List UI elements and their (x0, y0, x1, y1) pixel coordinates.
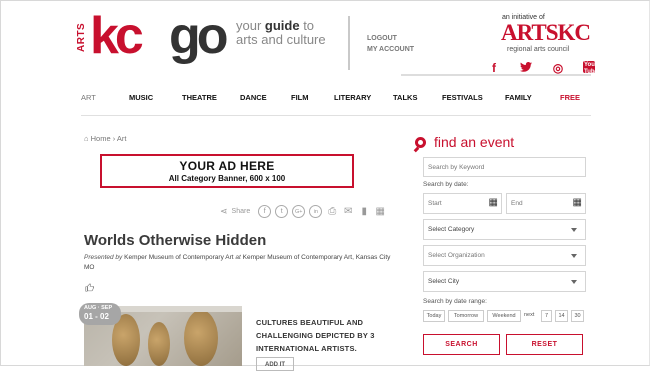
logout-link[interactable]: LOGOUT (367, 33, 414, 44)
presented-by-label: Presented by (84, 254, 123, 261)
breadcrumb-separator: › (112, 134, 116, 143)
linkedin-icon[interactable]: in (309, 205, 323, 218)
organization-value: Select Organization (428, 252, 485, 259)
start-placeholder: Start (428, 200, 442, 207)
twitter-icon[interactable]: t (275, 205, 289, 218)
social-links: f ◎ You Tube (487, 61, 598, 75)
nav-item-theatre[interactable]: THEATRE (182, 93, 240, 102)
calendar-icon[interactable]: ▦ (573, 197, 582, 208)
share-bar: ⋖ Share f t G+ in ⎙ ✉ ▮ ▦ (220, 205, 386, 218)
find-event-header: find an event (415, 134, 514, 150)
event-presenter: Presented by Kemper Museum of Contempora… (84, 253, 402, 273)
chevron-down-icon (571, 227, 577, 232)
my-account-link[interactable]: MY ACCOUNT (367, 44, 414, 55)
page: ARTS kc go your guide to arts and cultur… (53, 0, 598, 371)
logo-arts-text: ARTS (76, 22, 87, 52)
find-event-title: find an event (434, 134, 515, 150)
breadcrumb-home[interactable]: ⌂ Home (84, 134, 111, 143)
search-button[interactable]: SEARCH (423, 334, 500, 355)
nav-item-free[interactable]: FREE (560, 93, 590, 102)
account-links: LOGOUT MY ACCOUNT (367, 33, 414, 55)
city-select[interactable]: Select City (423, 271, 586, 292)
email-icon[interactable]: ✉ (342, 206, 354, 217)
range-today-button[interactable]: Today (423, 310, 445, 322)
instagram-icon[interactable]: ◎ (551, 61, 565, 75)
chevron-down-icon (571, 253, 577, 258)
next-label: next (524, 312, 535, 318)
ad-title: YOUR AD HERE (179, 159, 275, 173)
next-7-button[interactable]: 7 (541, 310, 552, 322)
tagline: your guide to arts and culture (236, 19, 326, 47)
ad-banner[interactable]: YOUR AD HERE All Category Banner, 600 x … (100, 154, 354, 188)
date-badge: AUG · SEP 01 - 02 (79, 303, 121, 325)
share-label: Share (231, 208, 251, 215)
share-icon: ⋖ (220, 206, 228, 216)
breadcrumb-current: Art (116, 134, 127, 143)
event-title: Worlds Otherwise Hidden (84, 232, 267, 249)
start-date-input[interactable]: Start ▦ (423, 193, 502, 214)
range-weekend-button[interactable]: Weekend (487, 310, 521, 322)
end-date-input[interactable]: End ▦ (506, 193, 586, 214)
at-label: at (235, 254, 241, 261)
youtube-icon[interactable]: You Tube (583, 61, 598, 75)
presenter-link[interactable]: Kemper Museum of Contemporary Art (124, 254, 233, 261)
nav-item-family[interactable]: FAMILY (505, 93, 560, 102)
nav-item-dance[interactable]: DANCE (240, 93, 291, 102)
nav-item-literary[interactable]: LITERARY (334, 93, 393, 102)
header-rule (401, 74, 591, 76)
facebook-icon[interactable]: f (487, 61, 501, 75)
keyword-input[interactable]: Search by Keyword (423, 157, 586, 177)
chevron-down-icon (571, 279, 577, 284)
facebook-icon[interactable]: f (258, 205, 272, 218)
header-divider (348, 16, 350, 70)
range-tomorrow-button[interactable]: Tomorrow (448, 310, 484, 322)
category-value: Select Category (428, 226, 475, 233)
logo-go[interactable]: go (169, 8, 228, 64)
artskc-logo[interactable]: ARTSKC (501, 21, 591, 45)
add-it-button[interactable]: ADD IT (256, 357, 294, 371)
city-value: Select City (428, 278, 460, 285)
category-select[interactable]: Select Category (423, 219, 586, 240)
nav-rule (81, 115, 591, 116)
tagline-bold: guide (264, 18, 300, 33)
next-30-button[interactable]: 30 (571, 310, 584, 322)
tagline-line2: arts and culture (236, 32, 326, 47)
nav-item-art[interactable]: ART (81, 93, 129, 102)
print-icon[interactable]: ⎙ (326, 206, 338, 217)
ad-subtitle: All Category Banner, 600 x 100 (168, 174, 286, 183)
nav-item-film[interactable]: FILM (291, 93, 334, 102)
thumbs-up-icon[interactable] (85, 283, 94, 294)
council-text: regional arts council (507, 46, 570, 53)
breadcrumb: ⌂ Home › Art (84, 134, 126, 143)
next-14-button[interactable]: 14 (555, 310, 568, 322)
tagline-pre: your (236, 18, 265, 33)
by-date-label: Search by date: (423, 181, 469, 188)
nav-item-talks[interactable]: TALKS (393, 93, 442, 102)
date-days: 01 - 02 (84, 312, 109, 321)
end-placeholder: End (511, 200, 523, 207)
reset-button[interactable]: RESET (506, 334, 583, 355)
sculpture-shape (148, 322, 170, 366)
category-nav: ART MUSIC THEATRE DANCE FILM LITERARY TA… (81, 93, 590, 102)
googleplus-icon[interactable]: G+ (292, 205, 306, 218)
search-icon (415, 136, 426, 148)
organization-select[interactable]: Select Organization (423, 245, 586, 266)
logo-kc[interactable]: kc (90, 8, 144, 64)
calendar-icon[interactable]: ▦ (489, 197, 498, 208)
sculpture-shape (184, 310, 218, 366)
date-range-label: Search by date range: (423, 298, 487, 305)
document-icon[interactable]: ▮ (358, 206, 370, 217)
nav-item-music[interactable]: MUSIC (129, 93, 182, 102)
event-description: CULTURES BEAUTIFUL AND CHALLENGING DEPIC… (256, 318, 375, 353)
nav-item-festivals[interactable]: FESTIVALS (442, 93, 505, 102)
calendar-icon[interactable]: ▦ (374, 206, 386, 217)
tagline-post: to (299, 18, 315, 33)
date-months: AUG · SEP (84, 305, 113, 311)
twitter-icon[interactable] (519, 61, 533, 75)
